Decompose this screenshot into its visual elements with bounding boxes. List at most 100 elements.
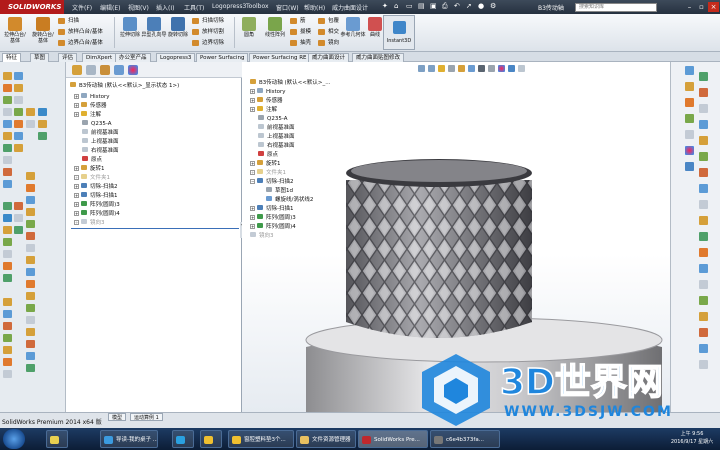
tool-icon[interactable] [14, 144, 23, 152]
tree-item-right-plane[interactable]: 右视基准面 [82, 147, 119, 154]
tool-icon[interactable] [3, 370, 12, 378]
tab-power-surface-texture[interactable]: 威力曲面贴图修改 [352, 53, 405, 62]
tree-item-folder1[interactable]: + 文件夹1 [74, 174, 110, 181]
tool-icon[interactable] [26, 256, 35, 264]
tool-icon[interactable] [26, 196, 35, 204]
mirror-button[interactable]: 镜向 [318, 38, 339, 48]
display-manager-tab-icon[interactable] [128, 65, 138, 75]
tree-item-annotations[interactable]: + 注解 [74, 111, 101, 118]
minimize-icon[interactable]: – [684, 2, 695, 12]
tool-icon[interactable] [3, 132, 12, 140]
extrude-cut-button[interactable]: 拉伸切除 [117, 16, 143, 50]
tool-icon[interactable] [3, 202, 12, 210]
tool-icon[interactable] [3, 120, 12, 128]
menu-tools[interactable]: 工具(T) [184, 3, 204, 12]
tree-item-revolve1[interactable]: + 旋转1 [74, 165, 105, 172]
menu-view[interactable]: 视图(V) [128, 3, 149, 12]
tree-item-sensors[interactable]: + 传感器 [74, 102, 107, 109]
taskbar-explorer[interactable] [46, 430, 68, 448]
tree-item-circular-pattern4[interactable]: + 阵列(圆周)4 [74, 210, 120, 217]
tree-item-mirror3[interactable]: + 镜向3 [74, 219, 105, 226]
tool-icon[interactable] [26, 220, 35, 228]
sketch-tool-icon[interactable] [699, 136, 708, 145]
tool-icon[interactable] [26, 184, 35, 192]
extrude-boss-button[interactable]: 拉伸凸台/基体 [2, 16, 28, 50]
pin-icon[interactable]: ✦ [382, 2, 388, 10]
home-icon[interactable]: ⌂ [394, 2, 398, 10]
task-pane-icon[interactable] [685, 130, 694, 139]
sketch-tool-icon[interactable] [699, 344, 708, 353]
tool-icon[interactable] [14, 214, 23, 222]
start-button[interactable] [3, 429, 25, 449]
rollback-bar[interactable] [71, 228, 239, 229]
sketch-tool-icon[interactable] [699, 88, 708, 97]
restore-icon[interactable]: ▫ [696, 2, 707, 12]
tool-icon[interactable] [3, 238, 12, 246]
tool-icon[interactable] [3, 156, 12, 164]
tool-icon[interactable] [14, 108, 23, 116]
tab-power-surfacing-re[interactable]: Power Surfacing RE [249, 53, 311, 62]
print-icon[interactable]: ⎙ [442, 2, 448, 11]
taskbar-qq-browser[interactable] [172, 430, 194, 448]
tool-icon[interactable] [14, 84, 23, 92]
tab-evaluate[interactable]: 评估 [58, 53, 78, 62]
tool-icon[interactable] [3, 214, 12, 222]
task-pane-icon[interactable] [685, 82, 694, 91]
tree-item-origin[interactable]: 原点 [82, 156, 102, 163]
tool-icon[interactable] [3, 310, 12, 318]
tool-icon[interactable] [38, 132, 47, 140]
tool-icon[interactable] [3, 346, 12, 354]
menu-file[interactable]: 文件(F) [72, 3, 92, 12]
sketch-tool-icon[interactable] [699, 72, 708, 81]
menu-power-surface[interactable]: 威力曲面设计 [332, 3, 368, 12]
save-icon[interactable]: ▣ [430, 2, 437, 10]
system-clock[interactable]: 上午 9:56 2016/9/17 星期六 [664, 430, 720, 446]
revolve-cut-button[interactable]: 旋转切除 [165, 16, 191, 50]
appearances-icon[interactable] [685, 146, 694, 155]
tool-icon[interactable] [3, 298, 12, 306]
tool-icon[interactable] [26, 292, 35, 300]
undo-icon[interactable]: ↶ [454, 2, 460, 10]
tool-icon[interactable] [14, 226, 23, 234]
task-pane-icon[interactable] [685, 98, 694, 107]
tool-icon[interactable] [3, 250, 12, 258]
tree-item-swept-cut2[interactable]: + 切除-扫描2 [74, 183, 117, 190]
tree-item-circular-pattern3[interactable]: + 阵列(圆周)3 [74, 201, 120, 208]
sweep-button[interactable]: 扫描 [58, 16, 79, 26]
tool-icon[interactable] [26, 244, 35, 252]
tool-icon[interactable] [38, 108, 47, 116]
sketch-tool-icon[interactable] [699, 232, 708, 241]
tool-icon[interactable] [3, 144, 12, 152]
tool-icon[interactable] [3, 334, 12, 342]
tab-power-surfacing[interactable]: Power Surfacing [196, 53, 249, 62]
tool-icon[interactable] [38, 120, 47, 128]
tree-item-material[interactable]: Q235-A [82, 120, 111, 127]
dimxpert-tab-icon[interactable] [114, 65, 124, 75]
menu-insert[interactable]: 插入(I) [156, 3, 174, 12]
sketch-tool-icon[interactable] [699, 104, 708, 113]
tool-icon[interactable] [26, 304, 35, 312]
graphics-area[interactable]: B3传动轴 (默认<<默认>_... + History + 传感器 + 注解 Q23… [242, 62, 670, 412]
tool-icon[interactable] [26, 340, 35, 348]
sketch-tool-icon[interactable] [699, 168, 708, 177]
taskbar-qq[interactable] [200, 430, 222, 448]
instant3d-button[interactable]: Instant3D [383, 15, 415, 50]
rebuild-icon[interactable]: ● [478, 2, 484, 10]
feature-tree-tab-icon[interactable] [72, 65, 82, 75]
loft-boss-button[interactable]: 放样凸台/基体 [58, 27, 103, 37]
sketch-tool-icon[interactable] [699, 264, 708, 273]
boundary-cut-button[interactable]: 边界切除 [192, 38, 224, 48]
tool-icon[interactable] [3, 226, 12, 234]
tool-icon[interactable] [14, 132, 23, 140]
sketch-tool-icon[interactable] [699, 200, 708, 209]
task-pane-icon[interactable] [685, 162, 694, 171]
menu-edit[interactable]: 编辑(E) [100, 3, 120, 12]
configuration-manager-tab-icon[interactable] [100, 65, 110, 75]
lofted-cut-button[interactable]: 放样切割 [192, 27, 224, 37]
sketch-tool-icon[interactable] [699, 296, 708, 305]
sketch-tool-icon[interactable] [699, 120, 708, 129]
sketch-tool-icon[interactable] [699, 312, 708, 321]
rib-button[interactable]: 筋 [290, 16, 306, 26]
tool-icon[interactable] [26, 268, 35, 276]
tree-item-top-plane[interactable]: 上视基准面 [82, 138, 119, 145]
